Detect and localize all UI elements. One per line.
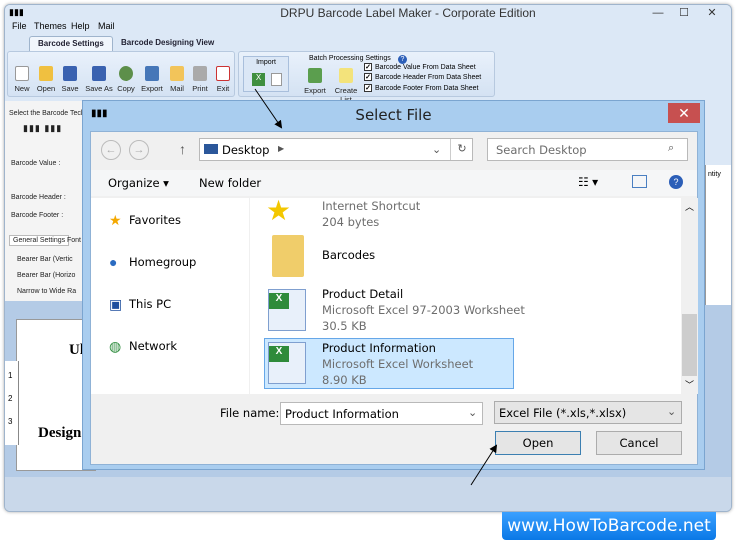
annotation-arrows	[254, 88, 498, 486]
watermark-banner: www.HowToBarcode.net	[502, 512, 716, 540]
arrow-to-dialog	[254, 88, 283, 129]
arrow-to-open	[470, 444, 498, 486]
